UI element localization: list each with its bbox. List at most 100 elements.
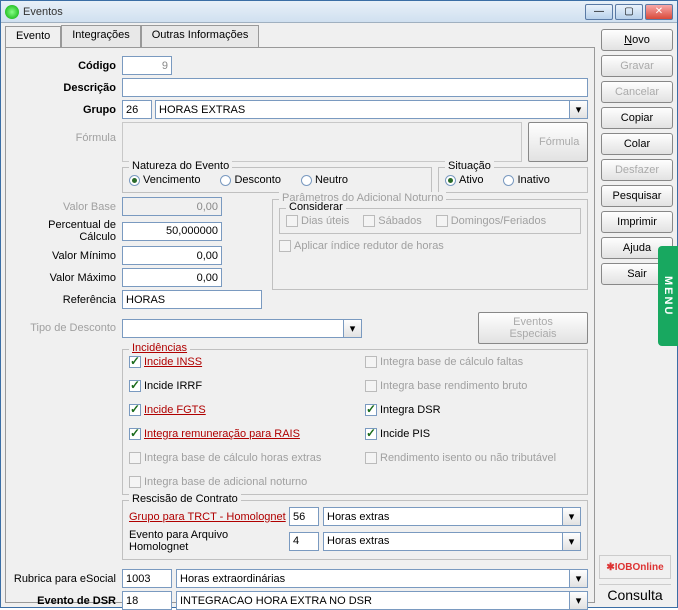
valor-base-field [122, 197, 222, 216]
legend-natureza: Natureza do Evento [129, 160, 232, 172]
checkbox-icon [286, 215, 298, 227]
legend-incidencias[interactable]: Incidências [129, 342, 190, 354]
radio-icon [503, 175, 514, 186]
grupo-dropdown[interactable]: ▾ [570, 100, 588, 119]
label-perc-calc: Percentual de Cálculo [12, 219, 122, 243]
checkbox-icon [363, 215, 375, 227]
tab-integracoes[interactable]: Integrações [61, 25, 140, 47]
radio-ativo[interactable]: Ativo [445, 174, 483, 186]
rubrica-code-field[interactable] [122, 569, 172, 588]
checkbox-icon [365, 380, 377, 392]
label-ev-arq-homolog: Evento para Arquivo Homolognet [129, 529, 289, 553]
chk-integra-dsr[interactable]: Integra DSR [365, 404, 581, 416]
chk-dom-fer: Domingos/Feriados [436, 215, 546, 227]
colar-button[interactable]: Colar [601, 133, 673, 155]
checkbox-icon [129, 476, 141, 488]
rubrica-dropdown[interactable]: ▾ [570, 569, 588, 588]
arq-text-field[interactable] [323, 532, 563, 551]
formula-area [122, 122, 522, 162]
arq-code-field[interactable] [289, 532, 319, 551]
grupo-code-field[interactable] [122, 100, 152, 119]
valor-min-field[interactable] [122, 246, 222, 265]
label-valor-max: Valor Máximo [12, 272, 122, 284]
trct-text-field[interactable] [323, 507, 563, 526]
descricao-field[interactable] [122, 78, 588, 97]
dsr-code-field[interactable] [122, 591, 172, 610]
maximize-button[interactable]: ▢ [615, 4, 643, 20]
checkbox-icon [279, 240, 291, 252]
label-valor-min: Valor Mínimo [12, 250, 122, 262]
chk-int-base-he: Integra base de cálculo horas extras [129, 452, 345, 464]
radio-icon [301, 175, 312, 186]
checkbox-icon [129, 356, 141, 368]
chk-int-base-adn: Integra base de adicional noturno [129, 476, 345, 488]
radio-vencimento[interactable]: Vencimento [129, 174, 200, 186]
chk-aplicar-redutor: Aplicar índice redutor de horas [279, 240, 581, 252]
trct-dropdown[interactable]: ▾ [563, 507, 581, 526]
checkbox-icon [436, 215, 448, 227]
iob-online-logo[interactable]: ✱IOBOnline [599, 555, 671, 579]
label-formula: Fórmula [12, 122, 122, 162]
tabs: Evento Integrações Outras Informações [5, 25, 595, 47]
titlebar: Eventos — ▢ ✕ [1, 1, 677, 23]
arq-dropdown[interactable]: ▾ [563, 532, 581, 551]
tipo-desconto-dropdown: ▾ [344, 319, 362, 338]
minimize-button[interactable]: — [585, 4, 613, 20]
valor-max-field[interactable] [122, 268, 222, 287]
rubrica-text-field[interactable] [176, 569, 570, 588]
label-tipo-desconto: Tipo de Desconto [12, 322, 122, 334]
eventos-especiais-button: Eventos Especiais [478, 312, 588, 344]
desfazer-button: Desfazer [601, 159, 673, 181]
label-codigo: Código [12, 60, 122, 72]
radio-icon [220, 175, 231, 186]
close-button[interactable]: ✕ [645, 4, 673, 20]
chk-incide-irrf[interactable]: Incide IRRF [129, 380, 345, 392]
chk-incide-inss[interactable]: Incide INSS [129, 356, 345, 368]
dsr-text-field[interactable] [176, 591, 570, 610]
dsr-dropdown[interactable]: ▾ [570, 591, 588, 610]
chk-int-base-rb: Integra base rendimento bruto [365, 380, 581, 392]
novo-button[interactable]: Novo [601, 29, 673, 51]
perc-calc-field[interactable] [122, 222, 222, 241]
checkbox-icon [129, 380, 141, 392]
chk-int-rem-rais[interactable]: Integra remuneração para RAIS [129, 428, 345, 440]
legend-considerar: Considerar [286, 201, 346, 213]
checkbox-icon [365, 356, 377, 368]
checkbox-icon [365, 428, 377, 440]
pesquisar-button[interactable]: Pesquisar [601, 185, 673, 207]
consulta-label[interactable]: Consulta [599, 584, 671, 603]
codigo-field [122, 56, 172, 75]
tab-evento[interactable]: Evento [5, 26, 61, 48]
chk-incide-fgts[interactable]: Incide FGTS [129, 404, 345, 416]
chk-int-base-faltas: Integra base de cálculo faltas [365, 356, 581, 368]
referencia-field[interactable] [122, 290, 262, 309]
legend-rescisao: Rescisão de Contrato [129, 493, 241, 505]
label-referencia: Referência [12, 294, 122, 306]
window-title: Eventos [23, 6, 585, 18]
radio-desconto[interactable]: Desconto [220, 174, 280, 186]
label-grupo-trct[interactable]: Grupo para TRCT - Homolognet [129, 511, 289, 523]
radio-icon [445, 175, 456, 186]
trct-code-field[interactable] [289, 507, 319, 526]
radio-neutro[interactable]: Neutro [301, 174, 348, 186]
cancelar-button: Cancelar [601, 81, 673, 103]
radio-inativo[interactable]: Inativo [503, 174, 549, 186]
label-rubrica-esocial: Rubrica para eSocial [12, 573, 122, 585]
chk-sabados: Sábados [363, 215, 421, 227]
grupo-text-field[interactable] [155, 100, 570, 119]
tab-outras[interactable]: Outras Informações [141, 25, 260, 47]
chk-rend-isento: Rendimento isento ou não tributável [365, 452, 581, 464]
gravar-button: Gravar [601, 55, 673, 77]
label-evento-dsr: Evento de DSR [12, 595, 122, 607]
formula-button: Fórmula [528, 122, 588, 162]
checkbox-icon [129, 428, 141, 440]
imprimir-button[interactable]: Imprimir [601, 211, 673, 233]
app-icon [5, 5, 19, 19]
label-grupo: Grupo [12, 104, 122, 116]
chk-incide-pis[interactable]: Incide PIS [365, 428, 581, 440]
legend-situacao: Situação [445, 160, 494, 172]
menu-side-tab[interactable]: MENU [658, 246, 678, 346]
checkbox-icon [129, 404, 141, 416]
checkbox-icon [365, 404, 377, 416]
copiar-button[interactable]: Copiar [601, 107, 673, 129]
